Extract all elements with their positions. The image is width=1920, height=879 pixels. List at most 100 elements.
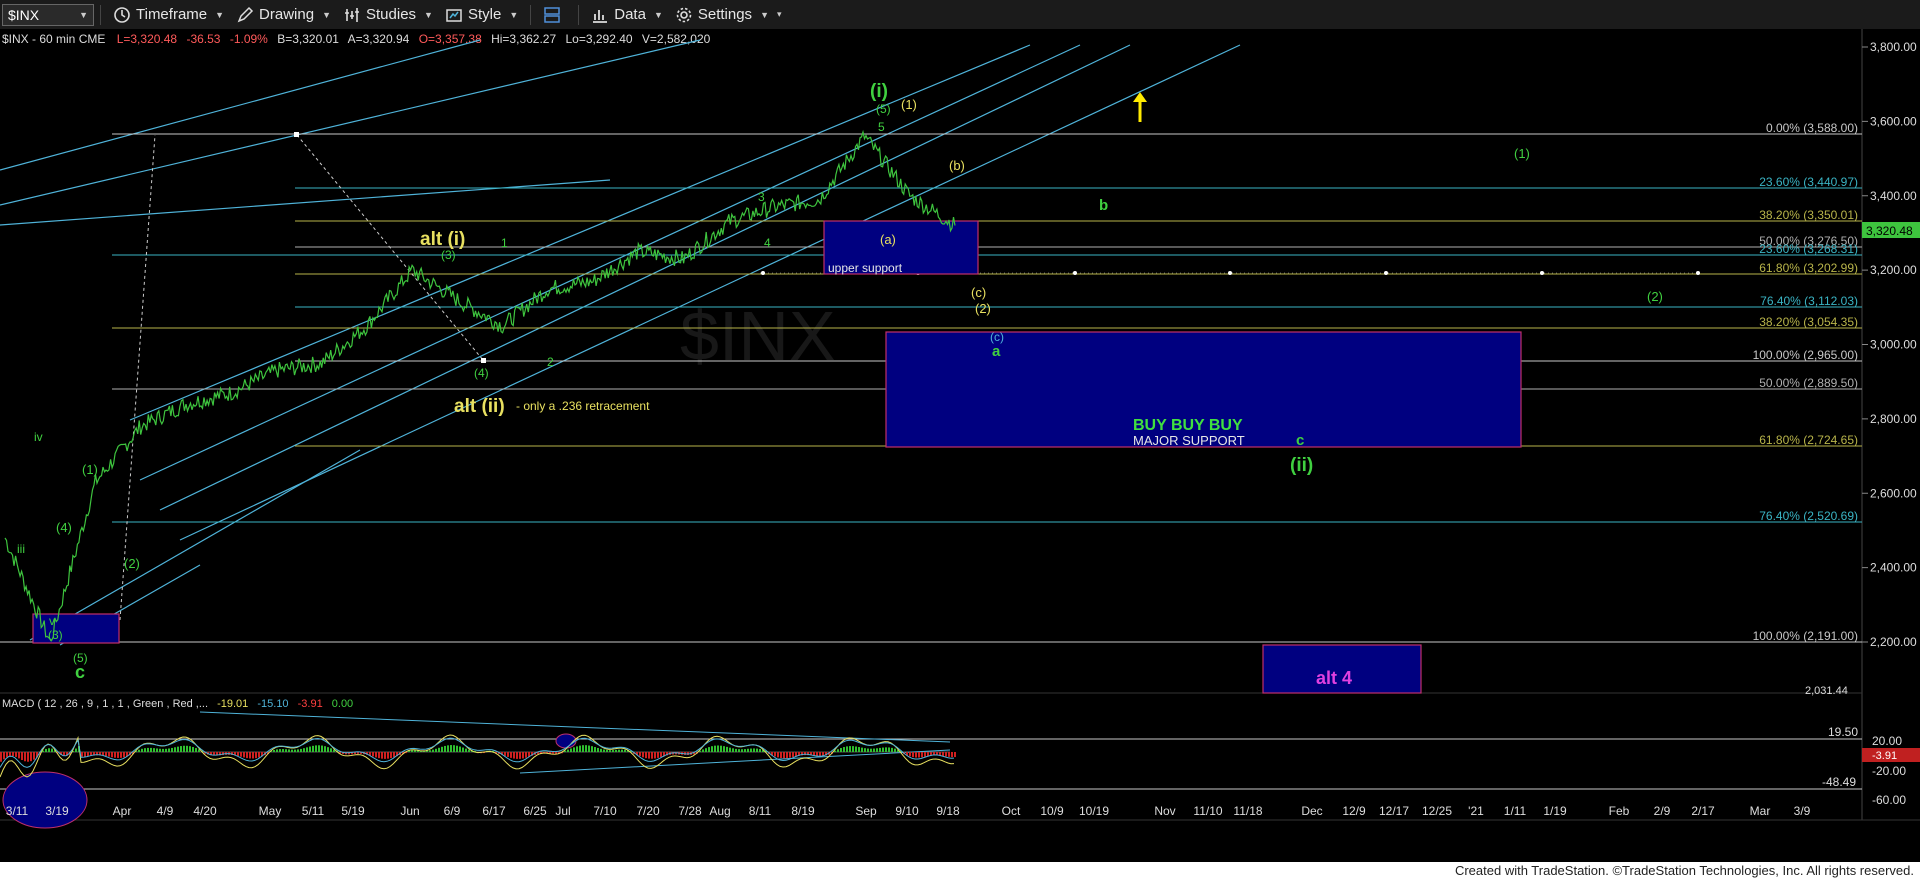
time-tick-label: 9/10 — [895, 804, 919, 818]
alt-ii-label: alt (ii) — [454, 396, 505, 417]
macd-bar — [921, 752, 923, 758]
macd-bar — [774, 752, 776, 757]
macd-bar — [783, 752, 785, 759]
macd-bar — [594, 747, 596, 752]
macd-bar — [522, 752, 524, 759]
time-tick-label: Jul — [555, 804, 570, 818]
price-tick-label: 3,200.00 — [1870, 263, 1917, 277]
wave-a-label: a — [992, 343, 1001, 360]
macd-bar — [27, 752, 29, 762]
wave-iv-label: iv — [34, 430, 43, 444]
fib-level-label: 61.80% (3,202.99) — [1759, 261, 1858, 275]
macd-bar — [645, 752, 647, 759]
macd-bar — [48, 748, 50, 752]
macd-bar — [297, 749, 299, 752]
macd-bar — [255, 752, 257, 759]
macd-bar — [183, 745, 185, 752]
time-tick-label: 7/20 — [636, 804, 660, 818]
price-chart[interactable]: $INX - 60 min CME L=3,320.48 -36.53 -1.0… — [0, 29, 1920, 862]
data-label: Data — [614, 6, 646, 23]
macd-bar — [555, 752, 557, 754]
fib-level-label: 23.60% (3,440.97) — [1759, 175, 1858, 189]
data-button[interactable]: Data ▼ — [585, 4, 669, 26]
settings-button[interactable]: Settings ▼ ▾ — [669, 4, 788, 26]
macd-bar — [837, 749, 839, 752]
macd-bar — [9, 752, 11, 757]
studies-button[interactable]: Studies ▼ — [337, 4, 439, 26]
macd-bar — [456, 745, 458, 752]
settings-label: Settings — [697, 6, 753, 23]
macd-bar — [171, 747, 173, 752]
wave-5-label: 5 — [878, 120, 885, 134]
macd-bar — [447, 745, 449, 752]
fib-level-label: 23.60% (3,268.31) — [1759, 242, 1858, 256]
wave-v-label: v — [49, 614, 55, 628]
macd-bar — [816, 752, 818, 756]
macd-bar — [642, 752, 644, 758]
macd-bar — [615, 749, 617, 752]
wave-1-future: (1) — [1514, 146, 1530, 161]
macd-bar — [324, 746, 326, 752]
wave-2-left-label: (2) — [124, 556, 140, 571]
wave-2-label: (2) — [975, 301, 991, 316]
projection-dot — [1228, 271, 1232, 275]
studies-label: Studies — [366, 6, 417, 23]
alt-i-label: alt (i) — [420, 229, 465, 250]
fib-level-label: 100.00% (2,965.00) — [1753, 348, 1858, 362]
macd-bar — [435, 748, 437, 752]
macd-bar — [192, 746, 194, 752]
time-tick-label: Aug — [709, 804, 730, 818]
layout-button[interactable] — [537, 4, 572, 26]
macd-bar — [915, 752, 917, 758]
time-tick-label: Oct — [1002, 804, 1021, 818]
macd-bar — [513, 752, 515, 759]
drawing-button[interactable]: Drawing ▼ — [230, 4, 337, 26]
macd-bar — [954, 752, 956, 758]
macd-bar — [891, 747, 893, 752]
anchor-point — [481, 358, 486, 363]
macd-bar — [318, 745, 320, 752]
macd-bar — [123, 752, 125, 758]
macd-bar — [606, 749, 608, 752]
wave-1-label: (1) — [901, 97, 917, 112]
projection-dot — [1696, 271, 1700, 275]
macd-bar — [288, 749, 290, 752]
macd-bar — [372, 752, 374, 757]
macd-bar — [582, 745, 584, 752]
macd-bar — [180, 746, 182, 752]
symbol-watermark: $INX — [680, 297, 836, 375]
macd-bar — [111, 752, 113, 758]
separator — [530, 4, 532, 25]
time-tick-label: Feb — [1609, 804, 1630, 818]
macd-bar — [195, 748, 197, 752]
pencil-icon — [237, 6, 254, 22]
macd-bar — [51, 748, 53, 752]
macd-bar — [624, 749, 626, 752]
macd-bar — [441, 746, 443, 752]
time-tick-label: 6/17 — [482, 804, 506, 818]
chevron-down-icon: ▼ — [322, 9, 331, 20]
macd-bar — [789, 752, 791, 758]
macd-bar — [867, 748, 869, 752]
macd-bar — [756, 748, 758, 752]
macd-bar — [303, 748, 305, 752]
time-tick-label: 4/20 — [193, 804, 217, 818]
symbol-input[interactable]: $INX ▼ — [2, 3, 94, 26]
macd-bar — [468, 749, 470, 752]
macd-bar — [327, 747, 329, 752]
macd-bar — [591, 746, 593, 752]
macd-bar — [600, 748, 602, 752]
macd-bar — [300, 748, 302, 752]
upper-support-label: upper support — [828, 261, 903, 275]
macd-bar — [30, 752, 32, 762]
wave-5-paren-label: (5) — [876, 102, 891, 116]
timeframe-button[interactable]: Timeframe ▼ — [107, 4, 230, 26]
macd-current-value: -3.91 — [1872, 750, 1897, 762]
macd-bar — [510, 752, 512, 758]
style-button[interactable]: Style ▼ — [439, 4, 524, 26]
macd-bar — [942, 752, 944, 756]
macd-bar — [24, 752, 26, 762]
macd-bar — [465, 748, 467, 752]
macd-bar — [186, 745, 188, 752]
macd-bar — [150, 747, 152, 752]
